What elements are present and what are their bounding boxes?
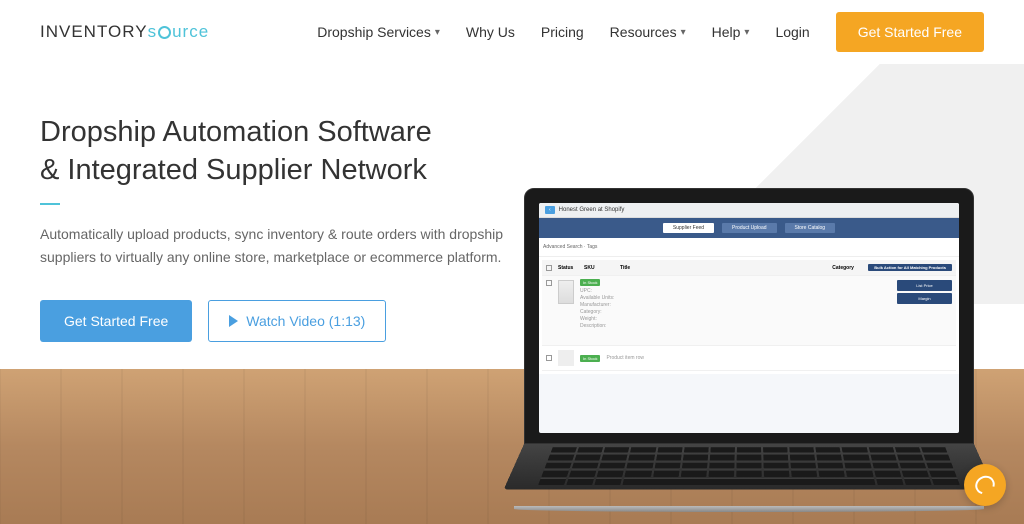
app-topbar: ‹ Honest Green at Shopify <box>539 203 959 218</box>
get-started-hero-button[interactable]: Get Started Free <box>40 300 192 342</box>
nav-resources[interactable]: Resources ▾ <box>610 24 686 40</box>
laptop-screen: ‹ Honest Green at Shopify Supplier Feed … <box>539 203 959 433</box>
laptop-base <box>514 506 984 512</box>
app-title: Honest Green at Shopify <box>559 207 625 213</box>
filter-text: Advanced Search · Tags <box>543 244 597 250</box>
title-line1: Dropship Automation Software <box>40 116 432 148</box>
chevron-down-icon: ▾ <box>744 27 749 38</box>
hero-section: Dropship Automation Software & Integrate… <box>0 64 1024 524</box>
title-line2: & Integrated Supplier Network <box>40 154 427 186</box>
checkbox <box>546 265 552 271</box>
tab-product-upload: Product Upload <box>722 223 776 233</box>
back-icon: ‹ <box>545 206 555 214</box>
chevron-down-icon: ▾ <box>435 27 440 38</box>
price-buttons: List Price Margin <box>897 280 952 306</box>
watch-video-button[interactable]: Watch Video (1:13) <box>208 300 386 342</box>
table-row: In Stock UPC:Available Units:Manufacture… <box>542 276 956 346</box>
col-title: Title <box>620 265 826 271</box>
nav-dropship-services[interactable]: Dropship Services ▾ <box>317 24 440 40</box>
tab-store-catalog: Store Catalog <box>785 223 836 233</box>
laptop-frame: ‹ Honest Green at Shopify Supplier Feed … <box>524 188 974 444</box>
col-status: Status <box>558 265 578 271</box>
logo-text-s: s <box>148 22 158 41</box>
nav-label: Help <box>712 24 741 40</box>
main-header: INVENTORYsurce Dropship Services ▾ Why U… <box>0 0 1024 64</box>
logo-text-first: INVENTORY <box>40 22 148 41</box>
nav-label: Login <box>775 24 809 40</box>
logo-o-icon <box>158 26 171 39</box>
col-category: Category <box>832 265 862 271</box>
watch-video-label: Watch Video (1:13) <box>246 313 365 329</box>
filter-bar: Advanced Search · Tags <box>539 238 959 257</box>
nav-why-us[interactable]: Why Us <box>466 24 515 40</box>
main-nav: Dropship Services ▾ Why Us Pricing Resou… <box>317 12 984 52</box>
checkbox <box>546 355 552 361</box>
get-started-header-button[interactable]: Get Started Free <box>836 12 984 52</box>
hero-buttons: Get Started Free Watch Video (1:13) <box>40 300 510 342</box>
play-icon <box>229 315 238 327</box>
stock-badge: In Stock <box>580 279 600 286</box>
chat-icon <box>972 472 998 498</box>
nav-login[interactable]: Login <box>775 24 809 40</box>
col-sku: SKU <box>584 265 614 271</box>
product-thumbnail <box>558 280 574 304</box>
stock-badge: In Stock <box>580 355 600 362</box>
product-table: Status SKU Title Category Bulk Action fo… <box>539 257 959 374</box>
chat-widget-button[interactable] <box>964 464 1006 506</box>
nav-label: Pricing <box>541 24 584 40</box>
laptop-keyboard <box>504 444 995 490</box>
product-details: In Stock UPC:Available Units:Manufacture… <box>580 280 891 330</box>
list-price-button: List Price <box>897 280 952 291</box>
hero-title: Dropship Automation Software & Integrate… <box>40 114 510 189</box>
app-tabs: Supplier Feed Product Upload Store Catal… <box>539 218 959 238</box>
tab-supplier-feed: Supplier Feed <box>663 223 714 233</box>
table-header: Status SKU Title Category Bulk Action fo… <box>542 260 956 276</box>
product-meta: UPC:Available Units:Manufacturer:Categor… <box>580 288 891 330</box>
logo-text-last: urce <box>172 22 209 41</box>
hero-content: Dropship Automation Software & Integrate… <box>40 114 510 342</box>
laptop-mockup: ‹ Honest Green at Shopify Supplier Feed … <box>524 188 974 509</box>
logo[interactable]: INVENTORYsurce <box>40 22 209 42</box>
product-thumbnail <box>558 350 574 366</box>
checkbox <box>546 280 552 286</box>
product-title: Product item row <box>606 355 952 361</box>
table-row: In Stock Product item row <box>542 346 956 371</box>
hero-subtitle: Automatically upload products, sync inve… <box>40 223 510 268</box>
nav-pricing[interactable]: Pricing <box>541 24 584 40</box>
nav-label: Resources <box>610 24 677 40</box>
margin-button: Margin <box>897 293 952 304</box>
chevron-down-icon: ▾ <box>681 27 686 38</box>
title-divider <box>40 203 60 205</box>
nav-label: Dropship Services <box>317 24 431 40</box>
bulk-action-button: Bulk Action for All Matching Products <box>868 264 952 271</box>
nav-label: Why Us <box>466 24 515 40</box>
nav-help[interactable]: Help ▾ <box>712 24 750 40</box>
